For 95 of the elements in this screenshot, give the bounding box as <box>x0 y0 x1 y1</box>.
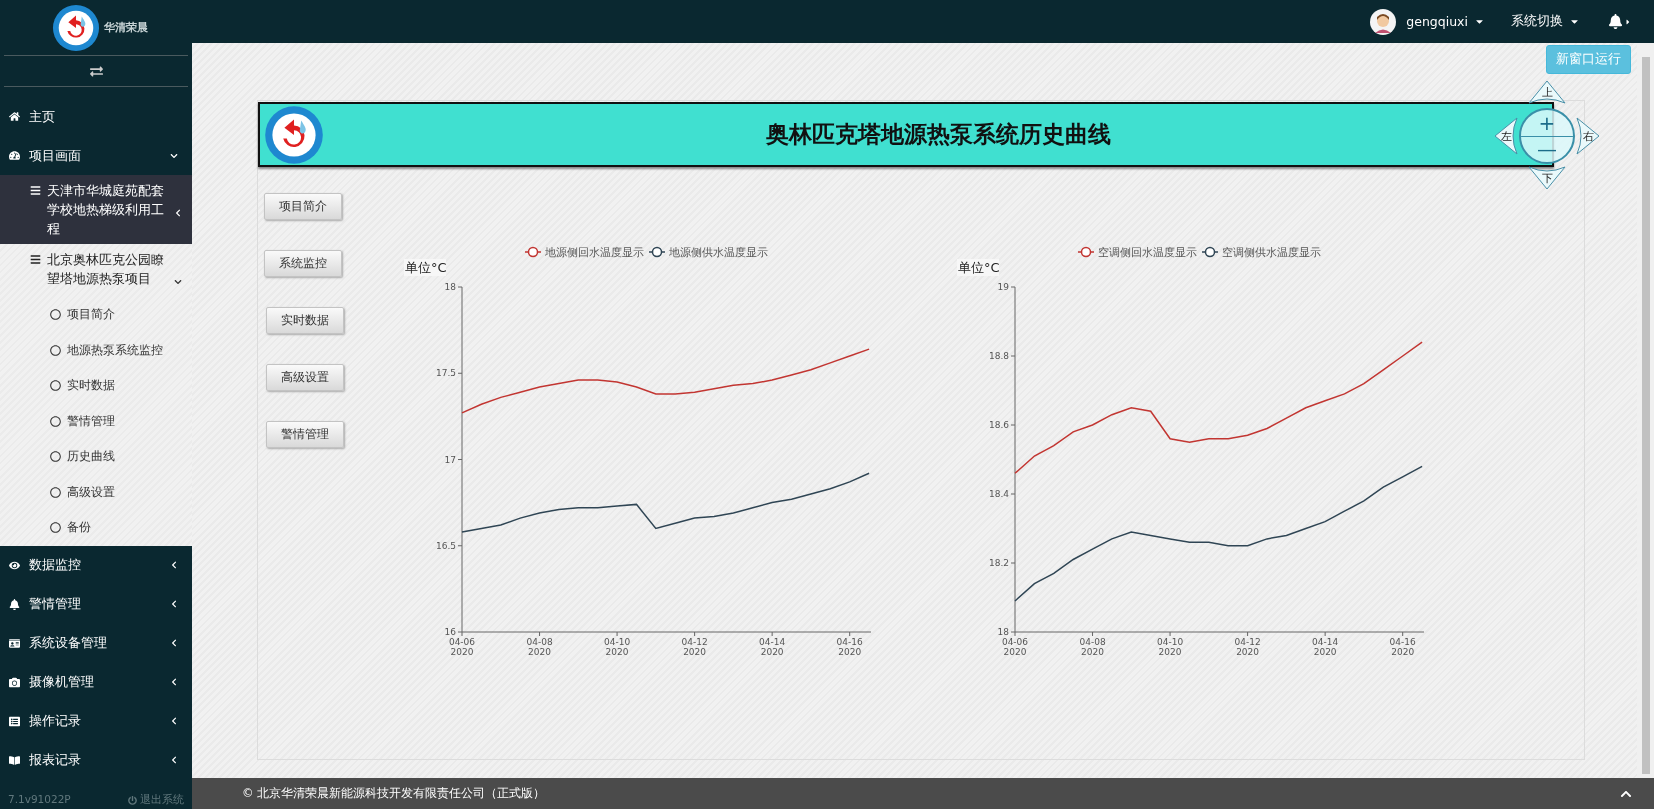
unit-label: 单位°C <box>405 260 447 275</box>
pan-right-button[interactable]: 右 <box>1575 116 1601 156</box>
legend-marker-icon[interactable] <box>648 246 666 258</box>
x-tick-label: 04-12 2020 <box>681 637 708 657</box>
y-tick-label: 18.8 <box>988 351 1009 361</box>
zoom-in-button[interactable]: + <box>1521 110 1573 136</box>
logo-icon <box>52 3 100 52</box>
menu-item[interactable]: 系统设备管理 <box>0 623 192 663</box>
nav-button[interactable]: 项目简介 <box>264 193 342 220</box>
list-icon <box>9 715 20 727</box>
legend-label[interactable]: 地源侧回水温度显示 <box>545 246 644 258</box>
bell-icon <box>9 598 20 610</box>
chevron-down-icon <box>170 151 178 160</box>
x-tick-label: 04-10 2020 <box>604 637 631 657</box>
x-tick-label: 04-16 2020 <box>1389 637 1416 657</box>
y-tick-label: 18.2 <box>988 558 1009 568</box>
y-tick-label: 16.5 <box>435 540 456 551</box>
system-switch-menu[interactable]: 系统切换 <box>1511 13 1580 30</box>
chevron-left-icon <box>170 756 178 764</box>
legend-label[interactable]: 地源侧供水温度显示 <box>669 246 768 258</box>
chevron-left-icon <box>170 717 178 725</box>
logo-text: 华清荣晨 <box>104 20 148 35</box>
menu-item[interactable]: 摄像机管理 <box>0 662 192 702</box>
bell-icon <box>1608 14 1623 29</box>
x-tick-label: 04-16 2020 <box>836 637 863 657</box>
chevron-down-icon <box>174 278 182 286</box>
nav-button[interactable]: 实时数据 <box>266 307 344 334</box>
submenu-link[interactable]: 备份 <box>0 510 192 546</box>
pan-left-button[interactable]: 左 <box>1493 116 1519 156</box>
submenu-item[interactable]: 天津市华城庭苑配套学校地热梯级利用工程 <box>0 175 192 244</box>
x-tick-label: 04-14 2020 <box>759 637 786 657</box>
y-tick-label: 19 <box>997 282 1009 292</box>
page-title: 奥林匹克塔地源热泵系统历史曲线 <box>765 120 1111 149</box>
chevron-left-icon <box>170 561 178 569</box>
submenu-item[interactable]: 北京奥林匹克公园瞭望塔地源热泵项目 <box>0 244 192 297</box>
power-icon <box>128 795 137 805</box>
nav-button[interactable]: 高级设置 <box>266 364 344 391</box>
x-tick-label: 04-08 2020 <box>526 637 553 657</box>
chevron-left-icon <box>174 209 182 217</box>
footer-text: © 北京华清荣晨新能源科技开发有限责任公司（正式版） <box>242 786 546 801</box>
book-icon <box>9 754 20 766</box>
legend-marker-icon[interactable] <box>524 246 542 258</box>
id-card-icon <box>9 637 20 649</box>
logo-icon <box>264 104 324 165</box>
camera-icon <box>9 676 20 688</box>
avatar-icon[interactable] <box>1370 8 1397 35</box>
menu-icon <box>30 185 41 196</box>
pan-up-button[interactable]: 上 <box>1527 79 1567 105</box>
notification-button[interactable] <box>1608 14 1632 29</box>
submenu-link[interactable]: 地源热泵系统监控 <box>0 332 192 368</box>
y-tick-label: 18.6 <box>988 420 1009 430</box>
y-tick-label: 18.4 <box>988 489 1009 499</box>
submenu-link[interactable]: 历史曲线 <box>0 439 192 475</box>
legend-marker-icon[interactable] <box>1201 246 1219 258</box>
y-tick-label: 17.5 <box>435 368 456 379</box>
pan-down-button[interactable]: 下 <box>1527 165 1567 191</box>
legend-marker-icon[interactable] <box>1077 246 1095 258</box>
x-tick-label: 04-06 2020 <box>1001 637 1029 657</box>
home-icon <box>9 111 20 122</box>
eye-icon <box>9 559 20 571</box>
menu-item[interactable]: 报表记录 <box>0 740 192 780</box>
submenu-link[interactable]: 项目简介 <box>0 297 192 333</box>
y-tick-label: 17 <box>444 454 456 465</box>
legend-label[interactable]: 空调侧供水温度显示 <box>1222 246 1321 258</box>
nav-button[interactable]: 警情管理 <box>266 421 344 448</box>
version-text: 7.1v91022P <box>8 793 71 807</box>
menu-item[interactable]: 警情管理 <box>0 584 192 624</box>
x-tick-label: 04-12 2020 <box>1234 637 1261 657</box>
submenu-link[interactable]: 高级设置 <box>0 474 192 510</box>
caret-icon <box>1624 17 1632 26</box>
unit-label: 单位°C <box>958 260 1000 275</box>
menu-item[interactable]: 操作记录 <box>0 701 192 741</box>
submenu-link[interactable]: 实时数据 <box>0 368 192 404</box>
menu-item[interactable]: 数据监控 <box>0 545 192 585</box>
x-tick-label: 04-10 2020 <box>1157 637 1184 657</box>
swap-icon[interactable] <box>89 64 103 78</box>
chevron-left-icon <box>170 639 178 647</box>
legend-label[interactable]: 空调侧回水温度显示 <box>1098 246 1197 258</box>
menu-item[interactable]: 项目画面 <box>0 136 192 175</box>
menu-item[interactable]: 主页 <box>0 97 192 136</box>
submenu-link[interactable]: 警情管理 <box>0 403 192 439</box>
y-tick-label: 18 <box>444 282 456 292</box>
x-tick-label: 04-08 2020 <box>1079 637 1106 657</box>
chevron-left-icon <box>170 678 178 686</box>
y-tick-label: 18 <box>997 627 1009 637</box>
chevron-left-icon <box>170 600 178 608</box>
x-tick-label: 04-06 2020 <box>448 637 476 657</box>
scrollbar[interactable] <box>1637 43 1654 778</box>
zoom-out-button[interactable]: — <box>1521 136 1573 162</box>
nav-button[interactable]: 系统监控 <box>264 250 342 277</box>
dashboard-icon <box>9 150 20 161</box>
x-tick-label: 04-14 2020 <box>1312 637 1339 657</box>
menu-icon <box>30 254 41 265</box>
user-menu[interactable]: gengqiuxi <box>1406 14 1485 29</box>
y-tick-label: 16 <box>444 627 456 637</box>
